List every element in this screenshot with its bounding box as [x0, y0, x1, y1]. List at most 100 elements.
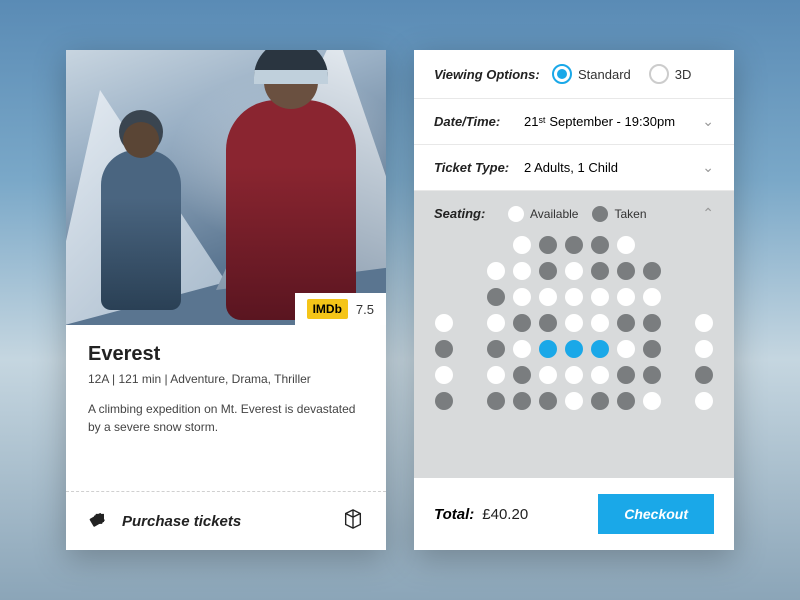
purchase-tickets-button[interactable]: Purchase tickets: [66, 492, 386, 550]
seat-selected[interactable]: [591, 340, 609, 358]
seat-available[interactable]: [435, 314, 453, 332]
seat-taken: [695, 366, 713, 384]
seat-available[interactable]: [695, 314, 713, 332]
seat-gap: [435, 236, 453, 254]
seat-available[interactable]: [487, 366, 505, 384]
movie-description: A climbing expedition on Mt. Everest is …: [88, 400, 364, 436]
movie-info: Everest 12A | 121 min | Adventure, Drama…: [66, 325, 386, 491]
seat-taken: [617, 366, 635, 384]
seat-available[interactable]: [643, 288, 661, 306]
seat-available[interactable]: [591, 314, 609, 332]
chevron-up-icon: ⌃: [702, 205, 714, 222]
seat-taken: [539, 314, 557, 332]
seat-available[interactable]: [591, 366, 609, 384]
seat-gap: [695, 236, 713, 254]
seat-taken: [617, 314, 635, 332]
seat-available[interactable]: [565, 262, 583, 280]
seat-taken: [487, 340, 505, 358]
imdb-logo: IMDb: [307, 299, 348, 319]
seat-row: [435, 262, 713, 280]
seat-gap: [461, 288, 479, 306]
seat-available[interactable]: [513, 236, 531, 254]
seat-available[interactable]: [617, 288, 635, 306]
seat-taken: [513, 392, 531, 410]
ticket-type-label: Ticket Type:: [434, 160, 524, 175]
viewing-options-row: Viewing Options: Standard 3D: [414, 50, 734, 99]
imdb-rating: 7.5: [356, 302, 374, 317]
seat-taken: [513, 366, 531, 384]
seat-available[interactable]: [565, 392, 583, 410]
seat-gap: [461, 262, 479, 280]
total-row: Total: £40.20 Checkout: [414, 478, 734, 550]
seat-row: [435, 314, 713, 332]
seat-selected[interactable]: [565, 340, 583, 358]
movie-card: IMDb 7.5 Everest 12A | 121 min | Adventu…: [66, 50, 386, 550]
viewing-option-3d[interactable]: 3D: [649, 64, 692, 84]
seat-available[interactable]: [487, 314, 505, 332]
seat-available[interactable]: [487, 262, 505, 280]
legend-taken: Taken: [592, 206, 646, 222]
seat-row: [435, 392, 713, 410]
seat-available[interactable]: [617, 340, 635, 358]
seat-taken: [643, 262, 661, 280]
seat-available[interactable]: [643, 392, 661, 410]
seat-taken: [591, 392, 609, 410]
seat-available[interactable]: [435, 366, 453, 384]
ticket-icon: [88, 508, 110, 534]
seat-gap: [435, 262, 453, 280]
seat-gap: [461, 366, 479, 384]
seat-taken: [591, 262, 609, 280]
seat-gap: [669, 236, 687, 254]
booking-card: Viewing Options: Standard 3D Date/Time: …: [414, 50, 734, 550]
seat-gap: [487, 236, 505, 254]
datetime-label: Date/Time:: [434, 114, 524, 129]
seat-available[interactable]: [695, 392, 713, 410]
seat-row: [435, 340, 713, 358]
seat-selected[interactable]: [539, 340, 557, 358]
chevron-down-icon: ⌄: [702, 159, 714, 176]
viewing-label: Viewing Options:: [434, 67, 552, 82]
movie-meta: 12A | 121 min | Adventure, Drama, Thrill…: [88, 372, 364, 386]
seat-gap: [461, 236, 479, 254]
total-value: £40.20: [482, 506, 528, 523]
seat-gap: [461, 340, 479, 358]
seat-gap: [695, 288, 713, 306]
seat-available[interactable]: [513, 288, 531, 306]
seat-available[interactable]: [565, 366, 583, 384]
ticket-type-selector[interactable]: Ticket Type: 2 Adults, 1 Child ⌄: [414, 145, 734, 191]
radio-icon: [649, 64, 669, 84]
seat-taken: [539, 236, 557, 254]
seat-available[interactable]: [565, 314, 583, 332]
seat-gap: [669, 288, 687, 306]
seat-row: [435, 366, 713, 384]
seat-available[interactable]: [513, 262, 531, 280]
seat-gap: [669, 314, 687, 332]
legend-available: Available: [508, 206, 578, 222]
seating-label: Seating:: [434, 206, 494, 221]
cinema-icon: [342, 508, 364, 534]
seat-taken: [617, 262, 635, 280]
seat-taken: [617, 392, 635, 410]
seat-taken: [539, 262, 557, 280]
seat-available[interactable]: [513, 340, 531, 358]
seat-taken: [565, 236, 583, 254]
seat-available[interactable]: [565, 288, 583, 306]
seat-available[interactable]: [695, 340, 713, 358]
checkout-button[interactable]: Checkout: [598, 494, 714, 534]
seat-gap: [669, 392, 687, 410]
seat-taken: [643, 366, 661, 384]
seat-available[interactable]: [539, 366, 557, 384]
seat-available[interactable]: [617, 236, 635, 254]
seat-gap: [669, 340, 687, 358]
movie-title: Everest: [88, 343, 364, 366]
seat-map: [434, 236, 714, 410]
seat-row: [435, 288, 713, 306]
seat-taken: [513, 314, 531, 332]
seat-taken: [487, 392, 505, 410]
viewing-option-standard[interactable]: Standard: [552, 64, 631, 84]
seat-available[interactable]: [539, 288, 557, 306]
radio-icon: [552, 64, 572, 84]
datetime-selector[interactable]: Date/Time: 21ˢᵗ September - 19:30pm ⌄: [414, 99, 734, 145]
seat-taken: [591, 236, 609, 254]
seat-available[interactable]: [591, 288, 609, 306]
